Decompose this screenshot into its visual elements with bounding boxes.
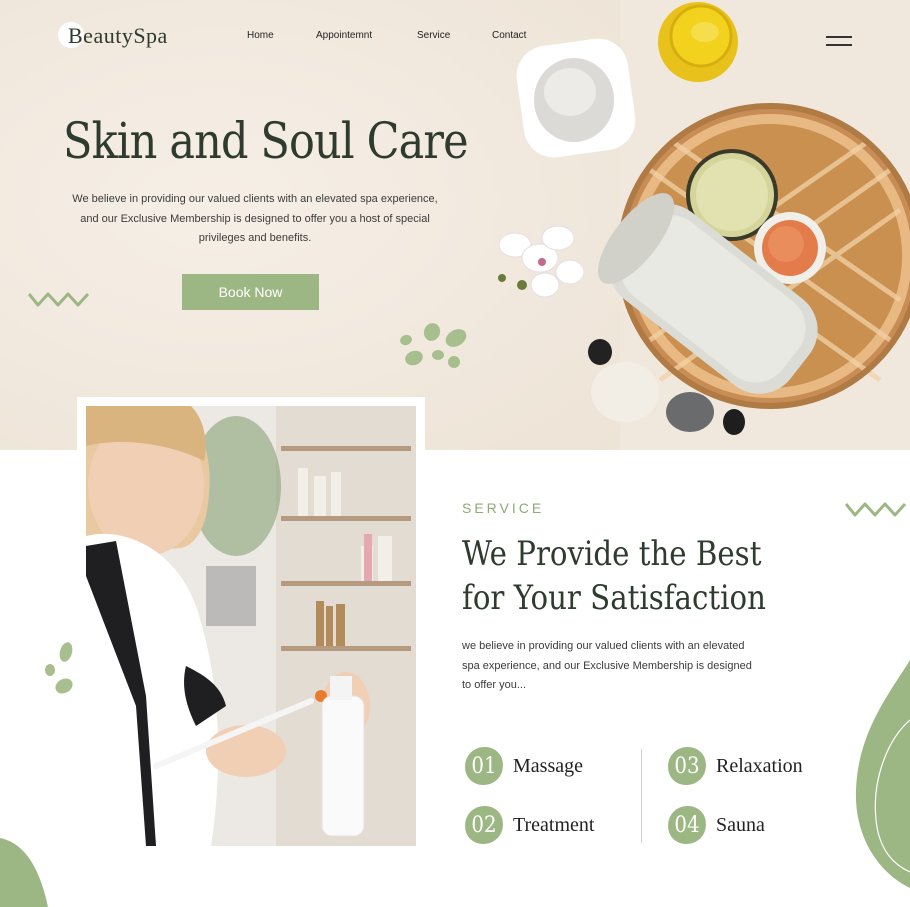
service-number: 03	[668, 747, 706, 785]
service-item-relaxation[interactable]: 03 Relaxation	[666, 746, 803, 786]
brand-logo[interactable]: BeautySpa	[58, 22, 188, 50]
service-label: Treatment	[513, 813, 595, 836]
decor-blob-left	[0, 838, 48, 907]
leaf-dots-icon	[45, 642, 73, 694]
service-label: Massage	[513, 754, 583, 777]
zigzag-icon	[845, 502, 907, 517]
service-item-sauna[interactable]: 04 Sauna	[666, 805, 765, 845]
service-number: 04	[668, 806, 706, 844]
logo-text: BeautySpa	[68, 23, 168, 48]
nav-item-appointment[interactable]: Appointemnt	[316, 30, 372, 41]
therapist-illustration	[86, 406, 416, 846]
therapist-photo	[86, 406, 416, 846]
service-number: 02	[465, 806, 503, 844]
nav-item-contact[interactable]: Contact	[492, 30, 526, 41]
service-label: Sauna	[716, 813, 765, 836]
service-item-treatment[interactable]: 02 Treatment	[463, 805, 594, 845]
service-number: 01	[465, 747, 503, 785]
service-item-massage[interactable]: 01 Massage	[463, 746, 583, 786]
hero-section: BeautySpa Home Appointemnt Service Conta…	[0, 0, 910, 450]
hero-title: Skin and Soul Care	[63, 112, 469, 170]
menu-icon[interactable]	[826, 34, 854, 48]
spa-products-image	[498, 2, 910, 435]
hero-description: We believe in providing our valued clien…	[72, 193, 438, 244]
service-label: Relaxation	[716, 754, 803, 777]
nav-item-service[interactable]: Service	[417, 30, 450, 41]
service-title: We Provide the Best for Your Satisfactio…	[462, 532, 823, 620]
nav-item-home[interactable]: Home	[247, 30, 274, 41]
book-now-button[interactable]: Book Now	[182, 274, 319, 310]
leaf-dots-icon	[400, 323, 467, 368]
zigzag-icon	[28, 292, 90, 307]
service-description: we believe in providing our valued clien…	[462, 640, 752, 691]
service-title-line2: for Your Satisfaction	[462, 578, 766, 618]
service-eyebrow: SERVICE	[462, 500, 545, 516]
service-divider	[641, 749, 642, 843]
service-title-line1: We Provide the Best	[462, 534, 762, 574]
decor-blob-right	[855, 660, 910, 888]
